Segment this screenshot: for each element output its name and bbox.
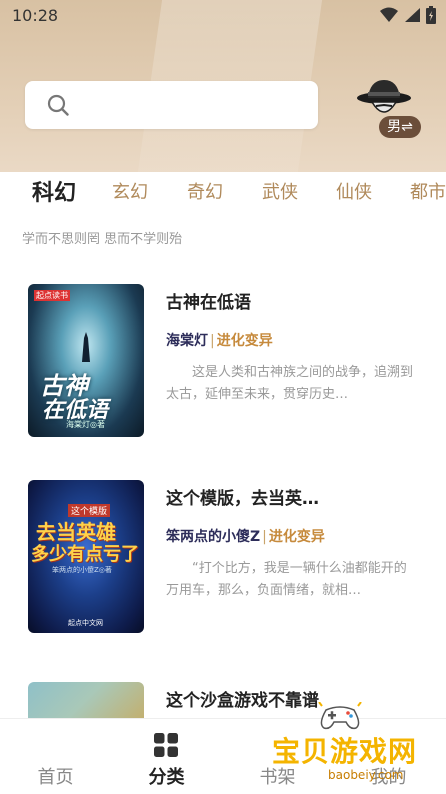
status-icons [380,6,436,24]
motto-text: 学而不思则罔 思而不学则殆 [22,232,183,247]
cover-title-line2: 多少有点亏了 [31,544,139,565]
status-bar: 10:28 [0,0,446,30]
meta-separator: | [210,333,215,349]
book-title[interactable]: 古神在低语 [166,288,251,313]
nav-home-label: 首页 [37,767,74,788]
book-meta: 海棠灯 | 进化变异 [166,330,273,350]
tab-wuxia[interactable]: 武侠 [262,178,298,204]
gender-switch-button[interactable]: 男⇌ [379,116,421,138]
book-meta: 笨两点的小傻Z | 进化变异 [166,526,325,546]
signal-icon [405,8,420,22]
nav-home[interactable]: 首页 [0,719,111,794]
book-item[interactable]: 起点读书 古神 在低语 海棠灯◎著 古神在低语 海棠灯 | 进化变异 这是人类和古神… [0,284,446,444]
site-watermark: 宝贝游戏网 baobeiy.com [270,700,440,790]
book-item[interactable]: 这个模版 去当英雄 多少有点亏了 笨两点的小傻Z◎著 起点中文网 这个模版，去当… [0,480,446,640]
tab-urban[interactable]: 都市 [410,178,446,204]
search-input[interactable] [25,81,318,129]
book-genre: 进化变异 [268,529,325,545]
tab-xianxia[interactable]: 仙侠 [336,178,372,204]
book-cover[interactable]: 起点读书 古神 在低语 海棠灯◎著 [28,284,144,437]
battery-icon [426,6,436,24]
wifi-icon [380,7,398,22]
category-tabs: 科幻 玄幻 奇幻 武侠 仙侠 都市 [0,172,446,210]
book-genre: 进化变异 [216,333,273,349]
gamepad-icon [318,702,362,730]
book-description: “打个比方，我是一辆什么油都能开的万用车，那么，负面情绪，就相… [166,561,407,598]
book-title[interactable]: 这个模版，去当英… [166,484,319,509]
watermark-url: baobeiy.com [328,768,404,782]
tab-xuanhuan[interactable]: 玄幻 [112,178,148,204]
cover-author: 笨两点的小傻Z◎著 [52,566,112,574]
cover-publisher: 起点读书 [34,290,70,301]
cover-figure [82,332,90,362]
cover-publisher: 起点中文网 [68,619,103,627]
search-icon [47,94,69,116]
book-description: 这是人类和古神族之间的战争，追溯到太古，延伸至未来，贯穿历史… [166,365,414,402]
cover-author: 海棠灯◎著 [66,420,105,429]
book-author: 笨两点的小傻Z [166,529,261,545]
status-time: 10:28 [12,6,59,25]
grid-icon [154,733,178,757]
book-cover[interactable]: 这个模版 去当英雄 多少有点亏了 笨两点的小傻Z◎著 起点中文网 [28,480,144,633]
book-author: 海棠灯 [166,333,208,349]
nav-category-label: 分类 [148,767,185,788]
book-cover[interactable] [28,682,144,718]
tab-fantasy[interactable]: 奇幻 [187,178,223,204]
tab-scifi[interactable]: 科幻 [32,175,76,207]
watermark-text: 宝贝游戏网 [272,735,418,768]
meta-separator: | [262,529,267,545]
nav-category[interactable]: 分类 [111,719,222,794]
